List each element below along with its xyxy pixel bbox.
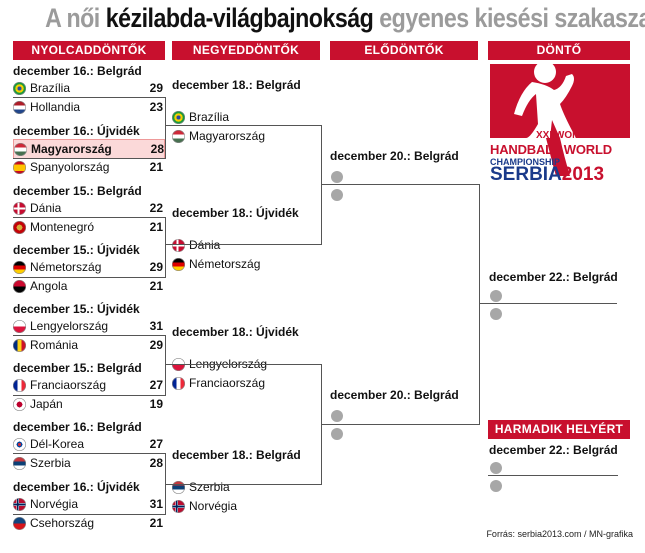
team-row: Brazília 29 — [13, 79, 163, 97]
norway-flag-icon — [172, 499, 185, 513]
empty-slot-icon — [490, 290, 502, 302]
match-date: december 15.: Belgrád — [13, 184, 142, 198]
team-row: Angola 21 — [13, 277, 163, 295]
bracket-connector — [488, 475, 618, 476]
title-part1: A női — [45, 3, 100, 33]
team-name: Japán — [30, 397, 63, 411]
team-name: Brazília — [189, 110, 230, 124]
source-note: Forrás: serbia2013.com / MN-grafika — [486, 529, 633, 539]
title-highlight: kézilabda-világbajnokság — [105, 3, 374, 33]
logo-line1: XXI WOMEN'S — [536, 130, 604, 141]
brazil-flag-icon — [13, 81, 26, 95]
match-date: december 22.: Belgrád — [489, 443, 618, 457]
team-score: 27 — [149, 437, 163, 451]
team-row: Japán 19 — [13, 395, 163, 413]
team-score: 21 — [149, 279, 163, 293]
empty-slot-icon — [490, 308, 502, 320]
empty-slot-icon — [490, 480, 502, 492]
column-header-final: DÖNTŐ — [488, 41, 630, 60]
logo-country-year: SERBIA2013 — [490, 164, 604, 186]
team-name: Spanyolország — [30, 160, 110, 174]
team-row: Dél-Korea 27 — [13, 435, 163, 453]
championship-logo: XXI WOMEN'S HANDBALL WORLD CHAMPIONSHIP … — [490, 61, 630, 189]
team-score: 21 — [149, 160, 163, 174]
title-part3: egyenes kiesési szakasza — [379, 3, 645, 33]
team-name: Brazília — [30, 81, 71, 95]
column-header-third: HARMADIK HELYÉRT — [488, 420, 630, 439]
empty-slot-icon — [331, 428, 343, 440]
column-header-qf: NEGYEDDÖNTŐK — [172, 41, 320, 60]
match-date: december 16.: Belgrád — [13, 420, 142, 434]
team-name: Csehország — [30, 516, 95, 530]
czech-flag-icon — [13, 516, 26, 530]
korea-flag-icon — [13, 437, 26, 451]
japan-flag-icon — [13, 397, 26, 411]
team-name: Dánia — [30, 201, 62, 215]
column-header-r16: NYOLCADDÖNTŐK — [13, 41, 165, 60]
denmark-flag-icon — [13, 201, 26, 215]
team-name: Angola — [30, 279, 68, 293]
match-date: december 20.: Belgrád — [330, 149, 459, 163]
team-name: Norvégia — [189, 499, 238, 513]
brazil-flag-icon — [172, 110, 185, 124]
bracket-connector — [165, 364, 322, 485]
team-row: Németország — [172, 255, 312, 273]
logo-line5: 2013 — [561, 164, 605, 185]
empty-slot-icon — [331, 171, 343, 183]
poland-flag-icon — [13, 319, 26, 333]
match-date: december 18.: Belgrád — [172, 78, 301, 92]
team-name: Dél-Korea — [30, 437, 85, 451]
team-name: Lengyelország — [30, 319, 109, 333]
team-score: 22 — [149, 201, 163, 215]
team-score: 19 — [149, 397, 163, 411]
team-score: 29 — [149, 81, 163, 95]
bracket-connector — [479, 303, 617, 304]
team-row: Lengyelország 31 — [13, 317, 163, 335]
match-date: december 15.: Újvidék — [13, 302, 140, 316]
team-row: Csehország 21 — [13, 514, 163, 532]
bracket-connector — [13, 97, 166, 159]
column-header-sf: ELŐDÖNTŐK — [330, 41, 478, 60]
germany-flag-icon — [172, 257, 185, 271]
angola-flag-icon — [13, 279, 26, 293]
logo-line2: HANDBALL WORLD — [490, 142, 612, 157]
team-score: 31 — [149, 319, 163, 333]
page-title: A női kézilabda-világbajnokság egyenes k… — [45, 0, 645, 36]
bracket-connector — [13, 453, 166, 515]
spain-flag-icon — [13, 160, 26, 174]
match-date: december 22.: Belgrád — [489, 270, 618, 284]
empty-slot-icon — [490, 462, 502, 474]
team-row: Dánia 22 — [13, 199, 163, 217]
team-name: Németország — [189, 257, 261, 271]
match-date: december 16.: Belgrád — [13, 64, 142, 78]
bracket-connector — [165, 125, 322, 245]
team-row: Norvégia — [172, 497, 312, 515]
bracket-connector — [13, 335, 166, 396]
bracket-connector — [13, 217, 166, 278]
team-row: Brazília — [172, 108, 312, 126]
bracket-connector — [321, 184, 480, 425]
logo-line4: SERBIA — [490, 164, 562, 185]
team-score: 21 — [149, 516, 163, 530]
team-row: Spanyolország 21 — [13, 158, 163, 176]
match-date: december 18.: Újvidék — [172, 325, 299, 339]
